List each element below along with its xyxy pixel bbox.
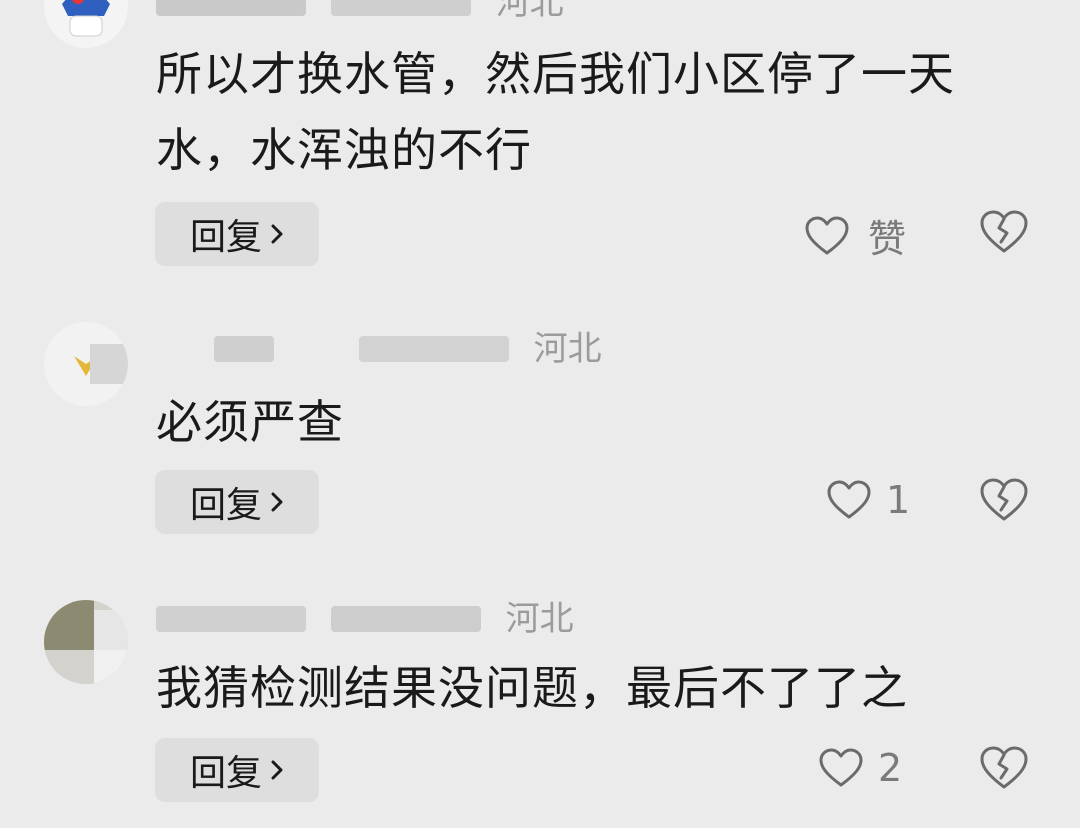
chevron-right-icon: [271, 224, 283, 244]
blurred-time: [358, 335, 509, 362]
broken-heart-icon[interactable]: [978, 476, 1030, 524]
location-label: 河北: [533, 328, 602, 369]
reply-label: 回复: [189, 217, 262, 258]
like-button[interactable]: 赞: [804, 208, 906, 263]
reply-label: 回复: [189, 485, 262, 526]
heart-outline-icon: [819, 748, 863, 787]
comment-text: 所以才换水管，然后我们小区停了一天水，水浑浊的不行: [156, 47, 955, 177]
broken-heart-icon[interactable]: [978, 208, 1030, 256]
comment-list: 河北 所以才换水管，然后我们小区停了一天水，水浑浊的不行 回复 赞 河北 必须严…: [0, 0, 1080, 828]
chevron-right-icon: [271, 492, 283, 512]
blurred-username: [214, 335, 274, 362]
comment-text: 必须严查: [156, 395, 344, 449]
comment-text: 我猜检测结果没问题，最后不了了之: [156, 661, 908, 715]
blurred-time: [330, 0, 471, 16]
avatar[interactable]: [44, 0, 128, 48]
heart-outline-icon: [805, 216, 849, 254]
like-button[interactable]: 1: [826, 478, 910, 522]
heart-outline-icon: [827, 480, 871, 519]
reply-label: 回复: [189, 753, 262, 794]
location-label: 河北: [505, 598, 574, 639]
chevron-right-icon: [271, 760, 283, 780]
comment-item: 河北 必须严查 回复 1: [0, 300, 1080, 580]
avatar[interactable]: [44, 322, 128, 406]
blurred-time: [330, 605, 481, 632]
comment-meta: 河北: [156, 324, 602, 370]
like-count: 2: [878, 746, 903, 790]
reply-button[interactable]: 回复: [155, 202, 319, 266]
like-label: 赞: [868, 217, 907, 261]
reply-button[interactable]: 回复: [155, 738, 319, 802]
like-count: 1: [886, 478, 911, 522]
comment-item: 河北 我猜检测结果没问题，最后不了了之 回复 2: [0, 580, 1080, 828]
reply-button[interactable]: 回复: [155, 470, 319, 534]
avatar[interactable]: [44, 600, 128, 684]
like-button[interactable]: 2: [818, 746, 902, 790]
comment-meta: 河北: [156, 0, 564, 24]
blurred-username: [156, 605, 306, 632]
location-label: 河北: [495, 0, 564, 23]
comment-item: 河北 所以才换水管，然后我们小区停了一天水，水浑浊的不行 回复 赞: [0, 0, 1080, 300]
broken-heart-icon[interactable]: [978, 744, 1030, 792]
comment-meta: 河北: [156, 594, 574, 640]
blurred-username: [156, 0, 306, 16]
